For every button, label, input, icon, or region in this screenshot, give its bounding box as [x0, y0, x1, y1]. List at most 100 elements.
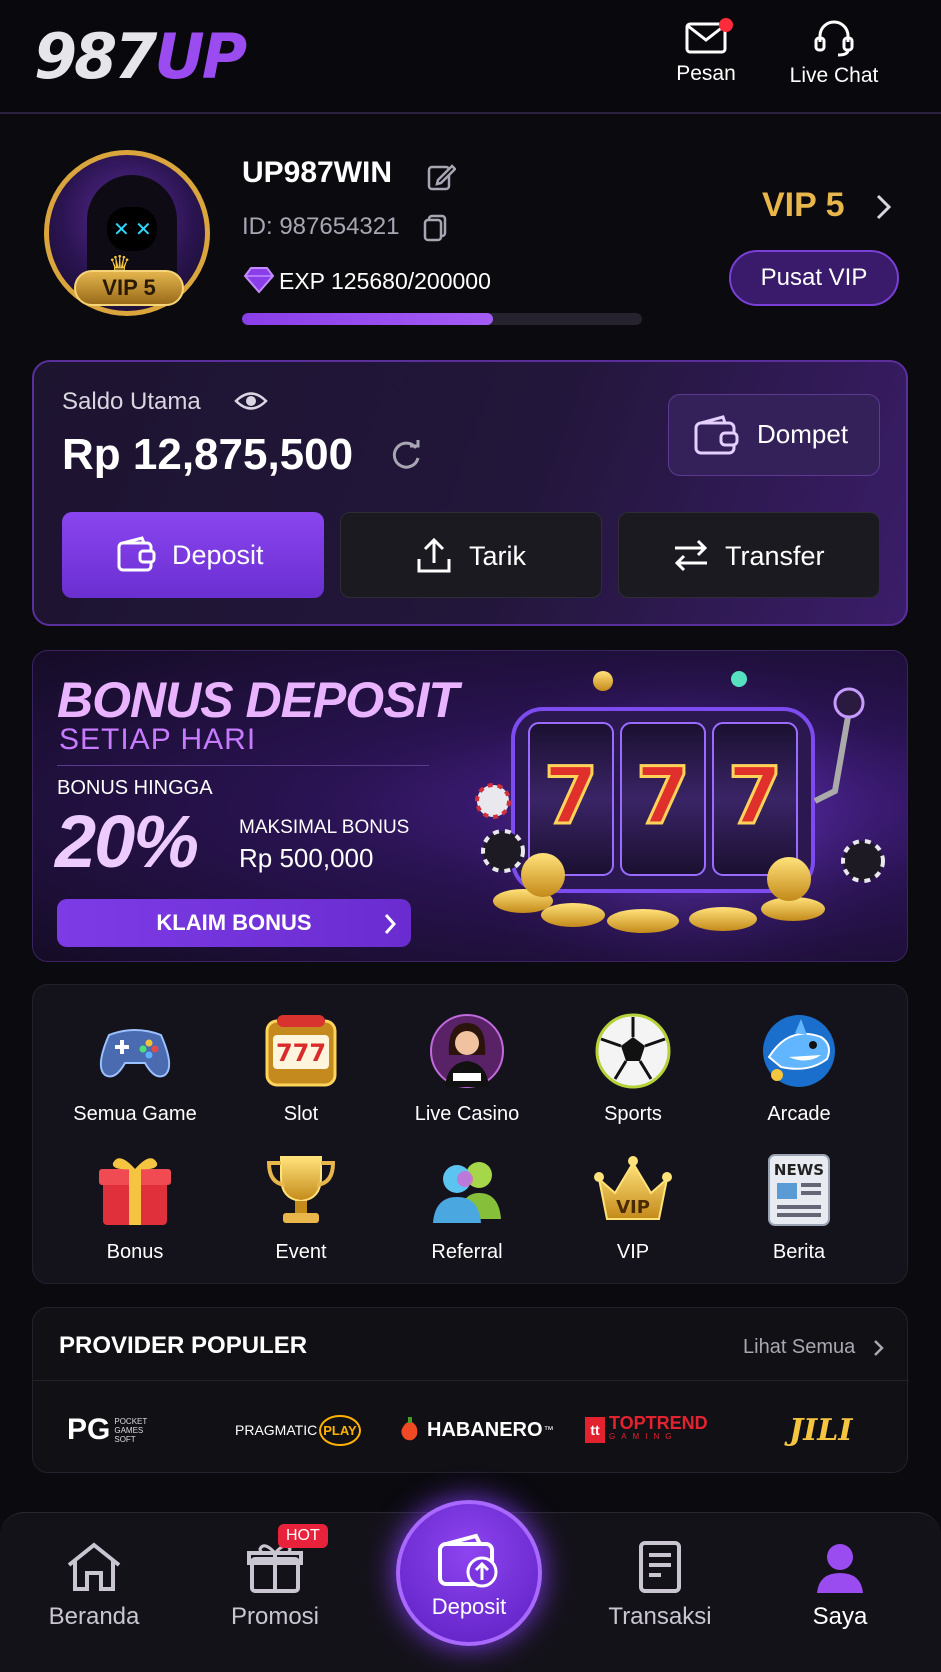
category-arcade[interactable]: Arcade: [724, 1011, 874, 1141]
balance-card: Saldo Utama Rp 12,875,500 Dompet Deposit…: [32, 360, 908, 626]
wallet-button[interactable]: Dompet: [668, 394, 880, 476]
reel-digit: 7: [728, 752, 782, 842]
transfer-label: Transfer: [725, 541, 825, 571]
edit-icon[interactable]: [426, 162, 456, 192]
chevron-right-icon: [384, 914, 397, 934]
provider-name: PG: [67, 1413, 111, 1446]
see-all-label: Lihat Semua: [743, 1336, 856, 1358]
nav-transactions[interactable]: Transaksi: [590, 1541, 730, 1631]
swap-arrows-icon: [674, 539, 708, 572]
slot-machine-illustration: 7 7 7: [463, 651, 907, 961]
see-all-link[interactable]: Lihat Semua: [743, 1336, 884, 1359]
habanero-pepper-icon: [401, 1417, 418, 1441]
crown-icon: VIP: [594, 1156, 672, 1220]
provider-toptrend[interactable]: tt TOPTREND GAMING: [585, 1408, 708, 1452]
nav-home[interactable]: Beranda: [24, 1541, 164, 1631]
wallet-upload-icon: [438, 1533, 498, 1588]
refresh-icon[interactable]: [388, 438, 424, 474]
provider-name: JILI: [789, 1412, 853, 1448]
headset-icon: [814, 20, 854, 57]
exp-text: EXP 125680/200000: [279, 268, 491, 294]
category-event[interactable]: Event: [226, 1149, 376, 1279]
provider-section: PROVIDER POPULER Lihat Semua PG POCKET G…: [32, 1307, 909, 1473]
category-label: Event: [275, 1241, 327, 1263]
provider-jili[interactable]: JILI: [789, 1408, 852, 1452]
shark-icon: [763, 1015, 835, 1087]
banner-divider: [57, 765, 429, 766]
category-vip[interactable]: VIP VIP: [558, 1149, 708, 1279]
withdraw-label: Tarik: [469, 541, 527, 571]
user-icon: [817, 1544, 863, 1593]
live-chat-button[interactable]: Live Chat: [774, 20, 894, 100]
category-label: Bonus: [106, 1241, 164, 1263]
notification-dot: [719, 18, 733, 32]
chevron-right-icon[interactable]: [874, 192, 894, 222]
withdraw-button[interactable]: Tarik: [340, 512, 602, 598]
nav-promotions-label: Promosi: [230, 1603, 320, 1630]
provider-habanero[interactable]: HABANERO ™: [399, 1408, 554, 1452]
bonus-up-to-label: BONUS HINGGA: [57, 777, 213, 799]
category-label: Slot: [283, 1103, 319, 1125]
category-label: Berita: [772, 1241, 826, 1263]
hot-badge: HOT: [278, 1524, 328, 1548]
nav-deposit-label: Deposit: [431, 1594, 507, 1619]
newspaper-icon: NEWS: [768, 1154, 830, 1226]
wallet-icon: [694, 415, 739, 455]
vip-level[interactable]: VIP 5: [762, 186, 845, 225]
deposit-button[interactable]: Deposit: [62, 512, 324, 598]
provider-name: TOPTREND: [609, 1413, 708, 1433]
balance-amount: Rp 12,875,500: [62, 430, 354, 479]
diamond-icon: [243, 267, 275, 294]
copy-icon[interactable]: [422, 214, 448, 242]
nav-transactions-label: Transaksi: [608, 1603, 712, 1630]
nav-deposit-button[interactable]: Deposit: [396, 1500, 542, 1646]
provider-sub: PLAY: [319, 1414, 361, 1446]
category-all-games[interactable]: Semua Game: [60, 1011, 210, 1141]
nav-profile[interactable]: Saya: [770, 1541, 910, 1631]
game-categories: Semua Game 777 Slot Live Casino Sports A…: [32, 984, 908, 1284]
x-eye-icon: ✕: [113, 219, 130, 241]
provider-sub: POCKET GAMES SOFT: [114, 1416, 148, 1444]
reel-digit: 7: [636, 752, 690, 842]
category-bonus[interactable]: Bonus: [60, 1149, 210, 1279]
category-slot[interactable]: 777 Slot: [226, 1011, 376, 1141]
avatar-vip-badge: VIP 5: [74, 270, 184, 306]
eye-icon[interactable]: [234, 388, 268, 414]
banner-title: BONUS DEPOSIT: [57, 672, 459, 728]
gamepad-icon: [99, 1029, 171, 1078]
provider-name: HABANERO: [427, 1418, 543, 1441]
category-live-casino[interactable]: Live Casino: [392, 1011, 542, 1141]
claim-bonus-label: KLAIM BONUS: [156, 910, 312, 935]
exp-progress-fill: [242, 313, 494, 325]
category-label: Arcade: [767, 1103, 831, 1125]
provider-pg-soft[interactable]: PG POCKET GAMES SOFT: [67, 1408, 154, 1452]
receipt-icon: [639, 1541, 681, 1593]
category-label: VIP: [616, 1241, 650, 1263]
vip-center-button[interactable]: Pusat VIP: [729, 250, 899, 306]
brand-logo[interactable]: 987UP: [34, 22, 247, 92]
user-avatar[interactable]: ✕ ✕ ♛ VIP 5: [44, 150, 214, 320]
transfer-button[interactable]: Transfer: [618, 512, 880, 598]
news-icon-text: NEWS: [774, 1161, 824, 1179]
trophy-icon: [266, 1156, 336, 1223]
nav-promotions[interactable]: Promosi: [205, 1541, 345, 1631]
claim-bonus-button[interactable]: KLAIM BONUS: [57, 899, 411, 947]
category-referral[interactable]: Referral: [392, 1149, 542, 1279]
messages-button[interactable]: Pesan: [646, 18, 766, 100]
category-label: Semua Game: [73, 1103, 197, 1125]
promo-banner[interactable]: BONUS DEPOSIT SETIAP HARI BONUS HINGGA 2…: [32, 650, 908, 962]
category-sports[interactable]: Sports: [558, 1011, 708, 1141]
category-news[interactable]: NEWS Berita: [724, 1149, 874, 1279]
live-chat-label: Live Chat: [789, 64, 879, 87]
home-icon: [67, 1542, 121, 1591]
provider-section-title: PROVIDER POPULER: [59, 1332, 308, 1359]
vip-icon-text: VIP: [616, 1197, 650, 1218]
provider-pragmatic-play[interactable]: PRAGMATIC PLAY: [235, 1408, 361, 1452]
messages-label: Pesan: [676, 62, 736, 85]
max-bonus-label: MAKSIMAL BONUS: [239, 817, 410, 838]
upload-icon: [417, 537, 451, 573]
banner-subtitle: SETIAP HARI: [59, 723, 257, 756]
nav-home-label: Beranda: [48, 1603, 140, 1630]
category-label: Live Casino: [414, 1103, 520, 1125]
slot-machine-icon: 777: [265, 1015, 337, 1087]
